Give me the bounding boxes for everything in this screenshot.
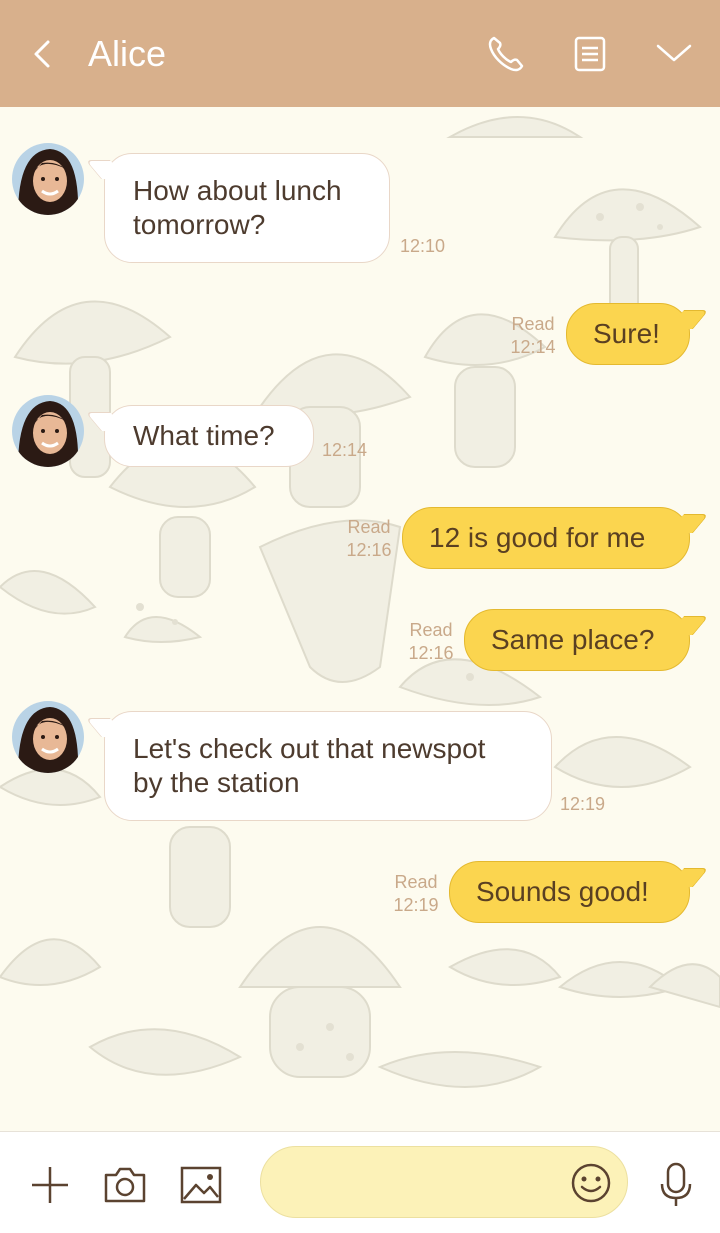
message-meta: Read 12:16 xyxy=(404,619,458,665)
message-meta: Read 12:19 xyxy=(389,871,443,917)
smiley-icon[interactable] xyxy=(569,1161,613,1205)
message-composer xyxy=(0,1131,720,1233)
message-bubble-incoming[interactable]: Let's check out that newspot by the stat… xyxy=(104,711,552,821)
avatar[interactable] xyxy=(12,143,84,215)
image-icon[interactable] xyxy=(178,1163,224,1207)
message-bubble-incoming[interactable]: How about lunch tomorrow? xyxy=(104,153,390,263)
microphone-icon[interactable] xyxy=(654,1160,698,1210)
message-bubble-outgoing[interactable]: Same place? xyxy=(464,609,690,671)
plus-icon[interactable] xyxy=(28,1163,72,1207)
read-status: Read xyxy=(347,517,391,537)
message-text: Sounds good! xyxy=(476,876,649,907)
message-text-line: tomorrow? xyxy=(133,209,266,240)
message-meta: Read 12:14 xyxy=(506,313,560,359)
avatar-photo xyxy=(12,395,84,467)
message-bubble-incoming[interactable]: What time? xyxy=(104,405,314,467)
camera-icon[interactable] xyxy=(102,1163,148,1207)
message-text: 12 is good for me xyxy=(429,522,646,553)
avatar-photo xyxy=(12,143,84,215)
avatar-photo xyxy=(12,701,84,773)
message-time: 12:16 xyxy=(408,643,454,663)
chevron-left-icon[interactable] xyxy=(26,34,58,74)
read-status: Read xyxy=(394,872,438,892)
message-input[interactable] xyxy=(260,1146,628,1218)
message-bubble-outgoing[interactable]: Sounds good! xyxy=(449,861,690,923)
message-text-line: by the station xyxy=(133,767,300,798)
message-text-line: How about lunch xyxy=(133,175,342,206)
message-text-line: Let's check out that newspot xyxy=(133,733,486,764)
message-time: 12:19 xyxy=(560,794,606,814)
message-bubble-outgoing[interactable]: Sure! xyxy=(566,303,690,365)
avatar[interactable] xyxy=(12,701,84,773)
message-time: 12:19 xyxy=(393,895,439,915)
message-bubble-outgoing[interactable]: 12 is good for me xyxy=(402,507,690,569)
message-time: 12:14 xyxy=(322,440,368,460)
message-text: Sure! xyxy=(593,318,660,349)
chat-title: Alice xyxy=(88,33,167,74)
note-icon[interactable] xyxy=(568,32,612,76)
phone-icon[interactable] xyxy=(484,32,528,76)
read-status: Read xyxy=(409,620,453,640)
message-time: 12:14 xyxy=(510,337,556,357)
message-text: Same place? xyxy=(491,624,655,655)
message-text-line: What time? xyxy=(133,420,275,451)
chevron-down-icon[interactable] xyxy=(652,32,696,76)
chat-header: Alice xyxy=(0,0,720,107)
message-meta: Read 12:16 xyxy=(342,516,396,562)
avatar[interactable] xyxy=(12,395,84,467)
read-status: Read xyxy=(511,314,555,334)
message-time: 12:16 xyxy=(346,540,392,560)
message-time: 12:10 xyxy=(400,236,446,256)
